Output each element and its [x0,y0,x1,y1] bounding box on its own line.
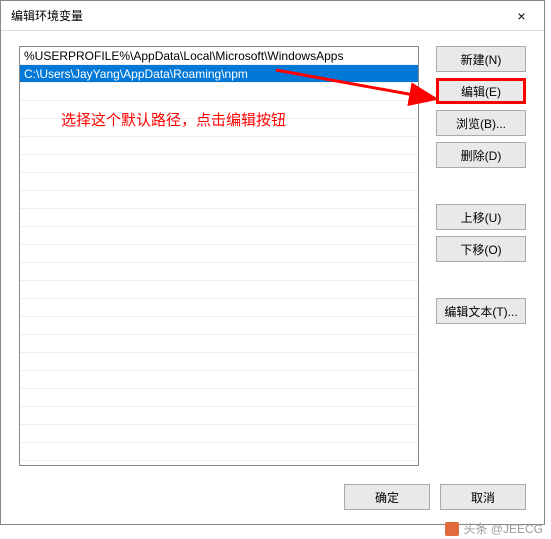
button-column: 新建(N) 编辑(E) 浏览(B)... 删除(D) 上移(U) 下移(O) 编… [436,46,526,324]
list-item-empty[interactable] [20,353,418,371]
ok-button[interactable]: 确定 [344,484,430,510]
list-item-empty[interactable] [20,371,418,389]
list-item-empty[interactable] [20,407,418,425]
list-item-empty[interactable] [20,119,418,137]
list-item-empty[interactable] [20,389,418,407]
edit-button[interactable]: 编辑(E) [436,78,526,104]
empty-rows [20,83,418,461]
list-item-empty[interactable] [20,101,418,119]
list-item-empty[interactable] [20,209,418,227]
cancel-button[interactable]: 取消 [440,484,526,510]
new-button[interactable]: 新建(N) [436,46,526,72]
dialog-content: %USERPROFILE%\AppData\Local\Microsoft\Wi… [19,46,526,474]
watermark: 头条 @JEECG [445,520,543,537]
list-item-empty[interactable] [20,191,418,209]
browse-button[interactable]: 浏览(B)... [436,110,526,136]
movedown-button[interactable]: 下移(O) [436,236,526,262]
spacer [436,174,526,198]
path-listbox[interactable]: %USERPROFILE%\AppData\Local\Microsoft\Wi… [19,46,419,466]
list-item-empty[interactable] [20,281,418,299]
moveup-button[interactable]: 上移(U) [436,204,526,230]
list-item-empty[interactable] [20,263,418,281]
list-item-empty[interactable] [20,299,418,317]
list-item-empty[interactable] [20,335,418,353]
env-var-dialog: 编辑环境变量 × %USERPROFILE%\AppData\Local\Mic… [0,0,545,525]
delete-button[interactable]: 删除(D) [436,142,526,168]
list-item-empty[interactable] [20,137,418,155]
list-item-empty[interactable] [20,245,418,263]
dialog-footer: 确定 取消 [344,484,526,510]
close-icon: × [517,8,525,24]
list-item-empty[interactable] [20,155,418,173]
list-item-empty[interactable] [20,317,418,335]
close-button[interactable]: × [499,1,544,31]
list-item-empty[interactable] [20,227,418,245]
list-item-empty[interactable] [20,173,418,191]
list-item[interactable]: %USERPROFILE%\AppData\Local\Microsoft\Wi… [20,47,418,65]
watermark-logo-icon [445,522,459,536]
edittext-button[interactable]: 编辑文本(T)... [436,298,526,324]
watermark-text: 头条 @JEECG [463,520,543,537]
list-item-empty[interactable] [20,443,418,461]
dialog-title: 编辑环境变量 [11,7,83,24]
list-item-empty[interactable] [20,83,418,101]
list-item-empty[interactable] [20,425,418,443]
spacer [436,268,526,292]
titlebar: 编辑环境变量 × [1,1,544,31]
list-item-selected[interactable]: C:\Users\JayYang\AppData\Roaming\npm [20,65,418,83]
